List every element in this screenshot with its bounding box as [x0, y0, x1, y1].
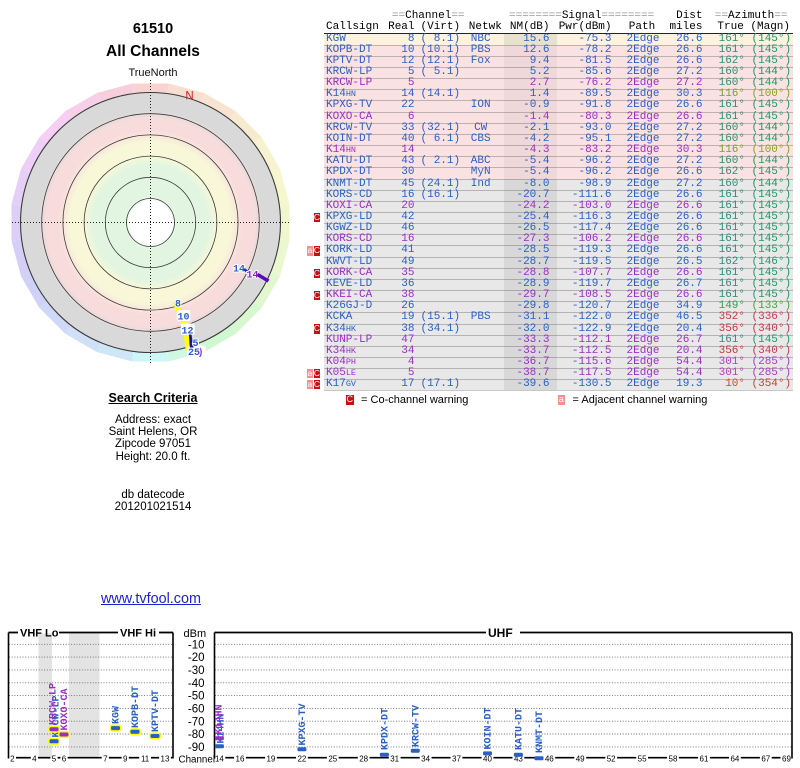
svg-text:8: 8 — [175, 300, 181, 311]
svg-text:2: 2 — [10, 755, 15, 764]
svg-text:-30: -30 — [188, 665, 205, 677]
svg-text:14: 14 — [233, 265, 245, 276]
svg-text:58: 58 — [669, 755, 678, 764]
svg-text:-60: -60 — [188, 704, 205, 716]
svg-text:49: 49 — [576, 755, 585, 764]
svg-text:-90: -90 — [188, 742, 205, 754]
svg-text:K14HN: K14HN — [215, 704, 226, 734]
svg-text:KPXG-TV: KPXG-TV — [298, 703, 309, 745]
svg-text:10: 10 — [177, 313, 189, 324]
svg-text:64: 64 — [730, 755, 739, 764]
svg-text:34: 34 — [421, 755, 430, 764]
svg-text:9: 9 — [123, 755, 128, 764]
svg-text:46: 46 — [545, 755, 554, 764]
svg-text:11: 11 — [141, 755, 150, 764]
svg-text:5: 5 — [52, 755, 57, 764]
svg-text:KRCW-TV: KRCW-TV — [412, 705, 423, 747]
svg-text:31: 31 — [390, 755, 399, 764]
svg-text:-50: -50 — [188, 691, 205, 703]
svg-text:13: 13 — [161, 755, 170, 764]
svg-text:7: 7 — [103, 755, 108, 764]
svg-text:14: 14 — [215, 755, 224, 764]
svg-text:-20: -20 — [188, 652, 205, 664]
svg-text:-40: -40 — [188, 678, 205, 690]
svg-text:KRCW-LP: KRCW-LP — [49, 683, 60, 725]
svg-text:VHF Lo: VHF Lo — [20, 627, 59, 639]
svg-text:55: 55 — [638, 755, 647, 764]
svg-text:6: 6 — [62, 755, 67, 764]
svg-text:KATU-DT: KATU-DT — [515, 708, 526, 750]
svg-text:52: 52 — [607, 755, 616, 764]
svg-text:25: 25 — [328, 755, 337, 764]
svg-text:12: 12 — [181, 327, 193, 338]
svg-text:-70: -70 — [188, 716, 205, 728]
svg-text:40: 40 — [483, 755, 492, 764]
svg-text:Channel: Channel — [179, 755, 216, 766]
svg-text:KOIN-DT: KOIN-DT — [484, 707, 495, 749]
svg-text:67: 67 — [761, 755, 770, 764]
svg-text:19: 19 — [266, 755, 275, 764]
svg-text:UHF: UHF — [488, 626, 513, 640]
svg-text:-10: -10 — [188, 639, 205, 651]
svg-text:69: 69 — [782, 755, 791, 764]
svg-text:KOPB-DT: KOPB-DT — [131, 686, 142, 728]
svg-text:25: 25 — [188, 348, 200, 359]
svg-text:KOXO-CA: KOXO-CA — [60, 688, 71, 730]
svg-text:KPTV-DT: KPTV-DT — [151, 690, 162, 732]
svg-text:61: 61 — [700, 755, 709, 764]
svg-text:16: 16 — [236, 755, 245, 764]
svg-text:dBm: dBm — [184, 628, 207, 640]
svg-text:VHF Hi: VHF Hi — [120, 627, 156, 639]
svg-text:4: 4 — [32, 755, 37, 764]
svg-text:37: 37 — [452, 755, 461, 764]
svg-text:N: N — [185, 91, 193, 103]
svg-text:22: 22 — [297, 755, 306, 764]
svg-text:28: 28 — [359, 755, 368, 764]
svg-text:KGW: KGW — [112, 706, 123, 724]
svg-text:KPDX-DT: KPDX-DT — [381, 708, 392, 750]
svg-text:KNMT-DT: KNMT-DT — [535, 711, 546, 753]
svg-text:-80: -80 — [188, 729, 205, 741]
